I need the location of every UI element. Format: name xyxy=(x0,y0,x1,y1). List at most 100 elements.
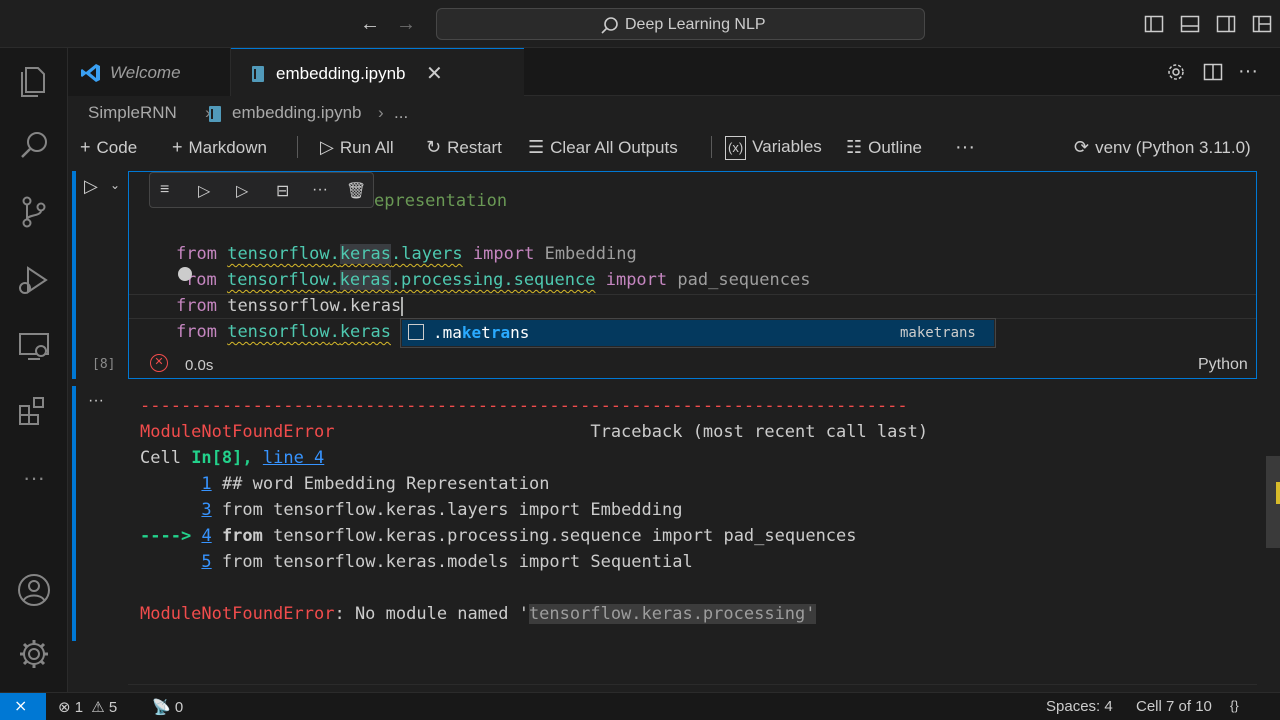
plus-icon: + xyxy=(172,137,183,157)
output-more-icon[interactable]: ··· xyxy=(88,392,104,410)
more-actions-icon[interactable]: ··· xyxy=(1238,60,1258,83)
toolbar-divider xyxy=(711,136,712,158)
error-status-icon: ✕ xyxy=(150,354,168,372)
breadcrumb-chevron-icon: › xyxy=(378,103,384,122)
execute-cell-icon[interactable]: ▷ xyxy=(84,176,98,197)
traceback-line-current: ----> 4 from tensorflow.keras.processing… xyxy=(140,526,857,546)
indentation-indicator[interactable]: Spaces: 4 xyxy=(1046,698,1113,715)
extensions-icon[interactable] xyxy=(14,392,54,432)
ports-indicator[interactable]: 📡 0 xyxy=(152,698,183,716)
output-focus-indicator xyxy=(72,386,76,641)
traceback-line: 5 from tensorflow.keras.models import Se… xyxy=(201,552,693,572)
notifications-icon[interactable]: {} xyxy=(1230,698,1239,713)
warning-icon: ⚠ xyxy=(91,699,105,716)
notebook-file-icon xyxy=(252,66,264,82)
more-views-icon[interactable]: ··· xyxy=(14,458,54,498)
error-message: ModuleNotFoundError: No module named 'te… xyxy=(140,604,816,624)
problems-indicator[interactable]: ⊗ 1 ⚠ 5 xyxy=(58,698,117,716)
close-tab-icon[interactable]: ✕ xyxy=(426,61,443,86)
tab-embedding-ipynb[interactable]: embedding.ipynb ✕ xyxy=(231,48,524,97)
traceback-header: ModuleNotFoundError Traceback (most rece… xyxy=(140,422,929,442)
suggestion-detail: maketrans xyxy=(900,325,976,341)
text-cursor xyxy=(401,296,404,316)
run-all-icon: ▷ xyxy=(320,137,334,157)
kernel-sync-icon: ⟳ xyxy=(1074,137,1090,157)
execute-dropdown-chevron-icon[interactable]: ⌄ xyxy=(110,178,120,192)
delete-cell-icon[interactable]: 🗑 xyxy=(346,181,366,201)
run-debug-icon[interactable] xyxy=(14,260,54,300)
vscode-logo-icon xyxy=(81,64,100,82)
traceback-cell-ref: Cell In[8], line 4 xyxy=(140,448,325,468)
toolbar-more-button[interactable]: ··· xyxy=(955,136,975,160)
variables-icon: (x) xyxy=(725,136,747,160)
traceback-line: 3 from tensorflow.keras.layers import Em… xyxy=(201,500,683,520)
toggle-panel-icon[interactable] xyxy=(1180,14,1200,34)
lightbulb-icon[interactable] xyxy=(178,267,192,281)
traceback-dashes: ----------------------------------------… xyxy=(140,396,908,416)
clear-outputs-icon: ☰ xyxy=(528,137,545,157)
text-suggestion-icon xyxy=(408,324,424,340)
cell-language[interactable]: Python xyxy=(1198,356,1248,374)
forward-arrow-icon[interactable]: → xyxy=(395,13,417,35)
add-markdown-cell-button[interactable]: + Markdown xyxy=(172,136,267,160)
cell-position-indicator[interactable]: Cell 7 of 10 xyxy=(1136,698,1212,715)
tab-embedding-label: embedding.ipynb xyxy=(276,64,406,83)
customize-layout-icon[interactable] xyxy=(1252,14,1272,34)
outline-button[interactable]: ☷ Outline xyxy=(846,136,922,160)
accounts-icon[interactable] xyxy=(14,570,54,610)
command-center-label: Deep Learning NLP xyxy=(625,16,766,33)
execution-count: [8] xyxy=(92,357,116,372)
run-all-button[interactable]: ▷ Run All xyxy=(320,136,394,160)
manage-gear-icon[interactable] xyxy=(14,634,54,674)
cell-divider xyxy=(128,684,1257,685)
code-line-3: rom tensorflow.keras.processing.sequence… xyxy=(186,270,811,290)
code-line-5: from tensorflow.keras xyxy=(176,322,391,342)
missing-module-name: tensorflow.keras.processing xyxy=(528,604,806,624)
autocomplete-suggest-widget: .maketrans maketrans xyxy=(400,318,996,348)
search-view-icon[interactable] xyxy=(14,126,54,166)
breadcrumb: SimpleRNN › embedding.ipynb › ... xyxy=(68,96,1280,130)
explorer-icon[interactable] xyxy=(14,60,54,100)
clear-all-outputs-button[interactable]: ☰ Clear All Outputs xyxy=(528,136,678,160)
breadcrumb-more[interactable]: ... xyxy=(394,103,408,123)
kernel-picker[interactable]: ⟳ venv (Python 3.11.0) xyxy=(1074,136,1251,160)
code-line-4[interactable]: from tenssorflow.keras xyxy=(176,296,404,316)
run-by-line-icon[interactable]: ≡ xyxy=(160,181,180,201)
execute-below-icon[interactable]: ▷ xyxy=(236,181,256,201)
notebook-file-icon xyxy=(209,106,221,122)
split-cell-icon[interactable]: ⊟ xyxy=(276,181,296,201)
traceback-line: 1 ## word Embedding Representation xyxy=(201,474,550,494)
breadcrumb-file[interactable]: embedding.ipynb xyxy=(232,103,361,123)
remote-indicator[interactable]: ⨯ xyxy=(0,693,46,720)
outline-icon: ☷ xyxy=(846,137,863,157)
restart-button[interactable]: ↻ Restart xyxy=(426,136,502,160)
variables-button[interactable]: (x) Variables xyxy=(725,136,822,160)
add-code-cell-button[interactable]: + Code xyxy=(80,136,137,160)
toggle-secondary-sidebar-icon[interactable] xyxy=(1216,14,1236,34)
search-icon xyxy=(601,17,618,34)
command-center-search[interactable]: Deep Learning NLP xyxy=(436,8,925,40)
cell-focus-indicator xyxy=(72,171,76,379)
execution-duration: 0.0s xyxy=(185,357,214,374)
suggestion-item[interactable]: .maketrans maketrans xyxy=(402,320,994,346)
plus-icon: + xyxy=(80,137,91,157)
traceback-line-link[interactable]: line 4 xyxy=(263,448,324,468)
scrollbar-warning-marker xyxy=(1276,482,1280,504)
editor-tab-bar: Welcome embedding.ipynb ✕ ··· xyxy=(68,48,1280,97)
settings-gear-icon[interactable] xyxy=(1166,62,1186,82)
status-bar: ⨯ ⊗ 1 ⚠ 5 📡 0 Spaces: 4 Cell 7 of 10 {} xyxy=(0,692,1280,720)
notebook-toolbar: + Code + Markdown ▷ Run All ↻ Restart ☰ Clear… xyxy=(68,130,1280,164)
source-control-icon[interactable] xyxy=(14,192,54,232)
toggle-primary-sidebar-icon[interactable] xyxy=(1144,14,1164,34)
tab-welcome[interactable]: Welcome xyxy=(68,48,231,96)
execute-above-icon[interactable]: ▷ xyxy=(198,181,218,201)
cell-more-icon[interactable]: ··· xyxy=(312,181,332,201)
toolbar-divider xyxy=(297,136,298,158)
tab-welcome-label: Welcome xyxy=(110,63,181,82)
breadcrumb-folder[interactable]: SimpleRNN xyxy=(88,103,177,123)
remote-explorer-icon[interactable] xyxy=(14,326,54,366)
remote-icon: ⨯ xyxy=(14,698,28,715)
back-arrow-icon[interactable]: ← xyxy=(359,13,381,35)
suggestion-label: .maketrans xyxy=(433,323,530,342)
split-editor-icon[interactable] xyxy=(1203,62,1223,82)
